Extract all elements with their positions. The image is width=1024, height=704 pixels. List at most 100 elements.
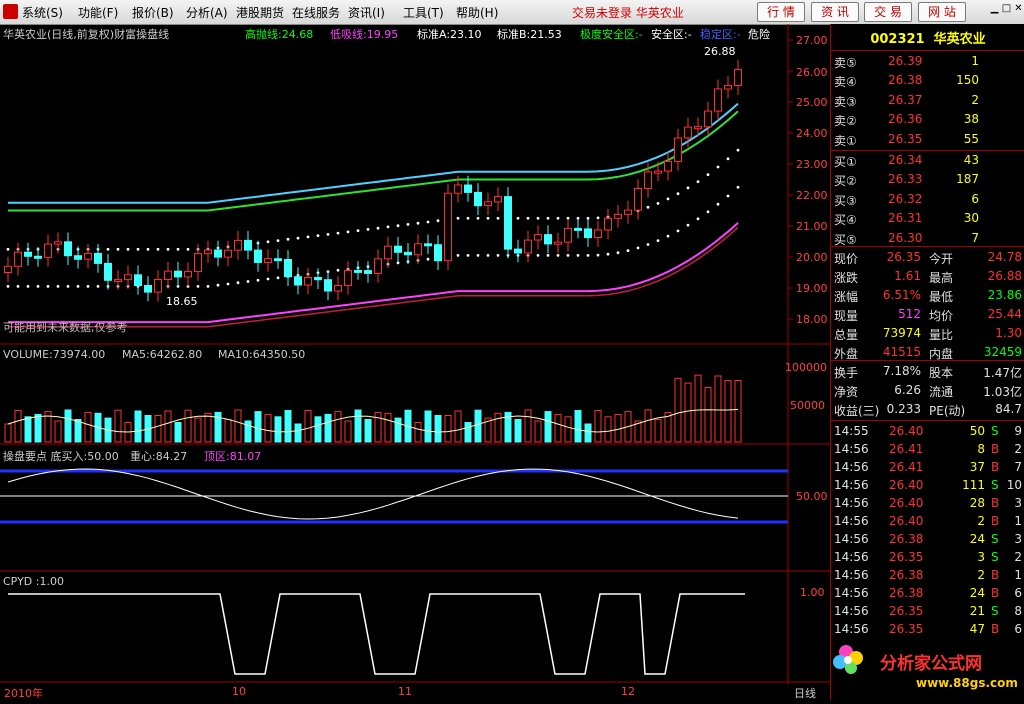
ask-row[interactable]: 卖⑤ 26.39 1: [831, 53, 1024, 71]
bid-row[interactable]: 买② 26.33 187: [831, 171, 1024, 189]
bid-label: 买③: [834, 193, 857, 208]
tick-row[interactable]: 14:56 26.38 24 B 6: [831, 585, 1024, 603]
volume-bar: [544, 411, 552, 443]
tick-price: 26.35: [889, 622, 924, 636]
time-axis-label: 11: [398, 685, 412, 698]
price-tick: 27.00: [796, 34, 828, 47]
menu-online-service[interactable]: 在线服务: [292, 4, 340, 21]
tick-time: 14:56: [834, 478, 869, 492]
standard-a-dot: [436, 219, 440, 223]
menu-analysis[interactable]: 分析(A): [186, 4, 228, 21]
tick-row[interactable]: 14:56 26.40 28 B 3: [831, 495, 1024, 513]
standard-b-dot: [716, 202, 720, 206]
tick-row[interactable]: 14:56 26.35 21 S 8: [831, 603, 1024, 621]
price-tick: 24.00: [796, 127, 828, 140]
stat-row[interactable]: 外盘 41515 内盘 32459: [831, 344, 1024, 362]
standard-a-dot: [106, 247, 110, 251]
tick-row[interactable]: 14:55 26.40 50 S 9: [831, 423, 1024, 441]
tick-time: 14:56: [834, 622, 869, 636]
stat-row[interactable]: 涨跌 1.61 最高 26.88: [831, 268, 1024, 286]
menu-info[interactable]: 资讯(I): [348, 4, 385, 21]
tick-row[interactable]: 14:56 26.38 24 S 3: [831, 531, 1024, 549]
market-button[interactable]: 行 情: [757, 2, 805, 22]
close-icon[interactable]: ✕: [1013, 3, 1024, 14]
menu-function[interactable]: 功能(F): [78, 4, 118, 21]
ask-row[interactable]: 卖④ 26.38 150: [831, 72, 1024, 90]
stat2-row[interactable]: 换手 7.18% 股本 1.47亿: [831, 363, 1024, 381]
stat2-row[interactable]: 收益(三) 0.233 PE(动) 84.7: [831, 401, 1024, 419]
tick-price: 26.38: [889, 532, 924, 546]
standard-b-dot: [486, 254, 490, 257]
stat2-row[interactable]: 净资 6.26 流通 1.03亿: [831, 382, 1024, 400]
bid-row[interactable]: 买③ 26.32 6: [831, 191, 1024, 209]
stat-label: 总量: [834, 328, 859, 342]
candle-body: [534, 234, 542, 241]
minimize-icon[interactable]: ▁: [989, 3, 1000, 14]
standard-b-dot: [86, 285, 90, 288]
candle-body: [254, 249, 262, 263]
info-button[interactable]: 资 讯: [811, 2, 859, 22]
tick-row[interactable]: 14:56 26.35 3 S 2: [831, 549, 1024, 567]
ask-label: 卖①: [834, 133, 857, 148]
candle-body: [644, 171, 652, 190]
bid-row[interactable]: 买① 26.34 43: [831, 152, 1024, 170]
menu-quote[interactable]: 报价(B): [132, 4, 174, 21]
chart-canvas[interactable]: [0, 24, 830, 700]
tick-time: 14:56: [834, 568, 869, 582]
candle-body: [44, 243, 52, 258]
standard-a-dot: [366, 228, 370, 231]
candle-body: [4, 265, 12, 274]
stat-label: 外盘: [834, 347, 859, 361]
candle-body: [314, 277, 322, 281]
bid-row[interactable]: 买④ 26.31 30: [831, 210, 1024, 228]
menu-system[interactable]: 系统(S): [22, 4, 63, 21]
menu-help[interactable]: 帮助(H): [456, 4, 498, 21]
candle-body: [444, 192, 452, 262]
volume-bar: [154, 415, 162, 443]
website-button[interactable]: 网 站: [918, 2, 966, 22]
tick-row[interactable]: 14:56 26.41 37 B 7: [831, 459, 1024, 477]
price-tick: 25.00: [796, 96, 828, 109]
candle-body: [64, 241, 72, 257]
volume-bar: [464, 422, 472, 443]
volume-bar: [674, 377, 682, 443]
volume-bar: [344, 420, 352, 443]
stat-row[interactable]: 涨幅 6.51% 最低 23.86: [831, 287, 1024, 305]
volume-bar: [194, 417, 202, 443]
tick-row[interactable]: 14:56 26.38 2 B 1: [831, 567, 1024, 585]
tick-count: 6: [1014, 622, 1022, 636]
ask-row[interactable]: 卖② 26.36 38: [831, 111, 1024, 129]
ask-row[interactable]: 卖③ 26.37 2: [831, 92, 1024, 110]
site-watermark: 分析家公式网 www.88gs.com: [826, 636, 1024, 700]
tick-row[interactable]: 14:56 26.41 8 B 2: [831, 441, 1024, 459]
ask-price: 26.37: [888, 92, 923, 107]
standard-a-dot: [646, 205, 650, 209]
maximize-icon[interactable]: □: [1001, 3, 1012, 14]
standard-a-dot: [526, 216, 530, 220]
bid-row[interactable]: 买⑤ 26.30 7: [831, 230, 1024, 248]
menu-hk-futures[interactable]: 港股期货: [236, 4, 284, 21]
chart-area[interactable]: 华英农业(日线,前复权)财富操盘线 高抛线:24.68 低吸线:19.95 标准…: [0, 24, 830, 700]
menu-tools[interactable]: 工具(T): [403, 4, 444, 21]
standard-a-dot: [686, 186, 690, 190]
tick-row[interactable]: 14:56 26.40 2 B 1: [831, 513, 1024, 531]
standard-b-dot: [646, 243, 650, 246]
volume-bar: [514, 419, 522, 443]
volume-ma5-label: MA5:64262.80: [122, 348, 203, 361]
stat-row[interactable]: 现价 26.35 今开 24.78: [831, 249, 1024, 267]
tick-row[interactable]: 14:56 26.40 111 S 10: [831, 477, 1024, 495]
standard-b-dot: [276, 276, 280, 280]
ask-row[interactable]: 卖① 26.35 55: [831, 131, 1024, 149]
bid-volume: 7: [971, 230, 979, 245]
candle-body: [144, 285, 152, 293]
stat-label: 今开: [929, 252, 954, 266]
panel4-label: CPYD :1.00: [3, 575, 64, 588]
period-label[interactable]: 日线: [794, 685, 816, 701]
trade-button[interactable]: 交 易: [864, 2, 912, 22]
stat-row[interactable]: 现量 512 均价 25.44: [831, 306, 1024, 324]
stat-row[interactable]: 总量 73974 量比 1.30: [831, 325, 1024, 343]
standard-b-dot: [466, 254, 470, 257]
volume-bar: [604, 416, 612, 443]
price-tick: 23.00: [796, 158, 828, 171]
bid-volume: 43: [963, 153, 979, 167]
